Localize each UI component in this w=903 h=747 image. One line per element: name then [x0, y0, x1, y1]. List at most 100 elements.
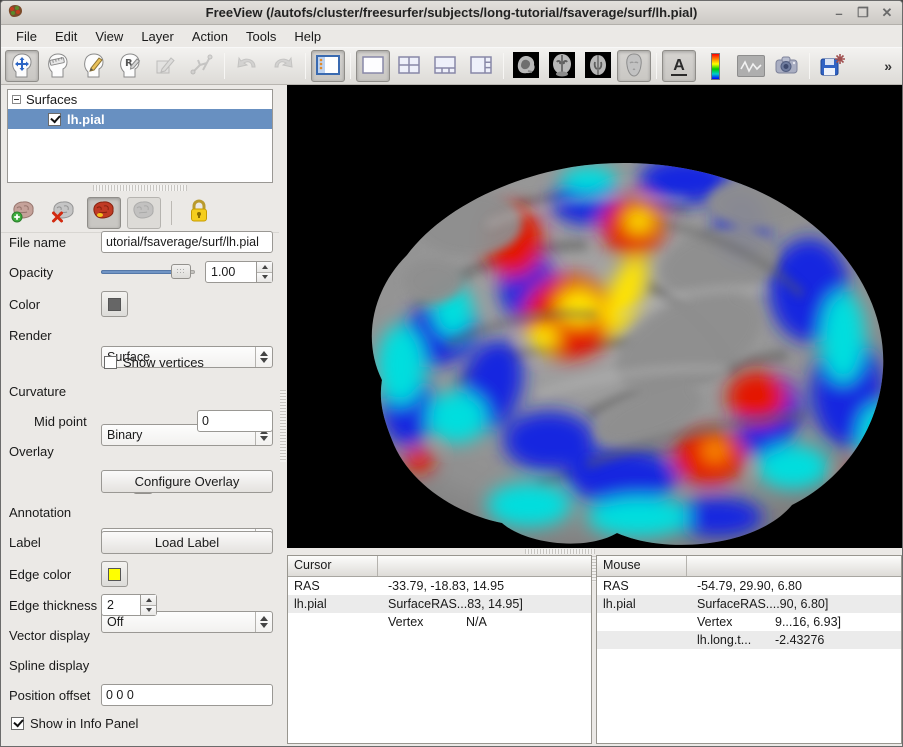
layer-tree[interactable]: Surfaces lh.pial: [7, 89, 273, 183]
tree-collapse-icon[interactable]: [12, 95, 21, 104]
info-row-vertex: Vertex 9...16, 6.93]: [597, 613, 901, 631]
cursor-panel-header[interactable]: Cursor: [288, 556, 591, 577]
label-label: Label: [9, 535, 41, 550]
configure-overlay-button[interactable]: Configure Overlay: [101, 470, 273, 493]
menu-view[interactable]: View: [86, 27, 132, 46]
minimize-button[interactable]: –: [832, 6, 846, 21]
title-bar[interactable]: FreeView (/autofs/cluster/freesurfer/sub…: [1, 1, 902, 25]
mid-point-value: 0: [202, 414, 209, 428]
edge-thickness-spinbox[interactable]: 2: [101, 594, 157, 616]
opacity-spinbox[interactable]: 1.00: [205, 261, 273, 283]
layout-1x1-button[interactable]: [356, 50, 390, 82]
show-overlay-button[interactable]: [87, 197, 121, 229]
info-splitter-grip[interactable]: [525, 549, 595, 554]
load-label-text: Load Label: [155, 535, 219, 550]
row-key: Vertex: [697, 615, 775, 629]
menu-layer[interactable]: Layer: [132, 27, 183, 46]
combo-arrows-icon: [255, 347, 272, 367]
edge-color-label: Edge color: [9, 567, 71, 582]
menu-action[interactable]: Action: [183, 27, 237, 46]
show-vertices-row[interactable]: Show vertices: [104, 355, 204, 370]
edge-thickness-spin-up[interactable]: [141, 595, 156, 606]
panel-splitter[interactable]: [279, 85, 287, 746]
position-offset-input[interactable]: 0 0 0: [101, 684, 273, 706]
measure-head-icon: [45, 52, 71, 81]
load-label-button[interactable]: Load Label: [101, 531, 273, 554]
file-name-input[interactable]: utorial/fsaverage/surf/lh.pial: [101, 231, 273, 253]
edge-thickness-value: 2: [107, 598, 114, 612]
tree-splitter-handle[interactable]: [93, 185, 187, 191]
axial-view-icon: [585, 52, 611, 81]
toolbar-separator: [305, 53, 306, 79]
tree-root-surfaces[interactable]: Surfaces: [8, 90, 272, 109]
surface-toolbar: [1, 193, 279, 233]
color-button[interactable]: [101, 291, 128, 317]
timecourse-button[interactable]: [734, 50, 768, 82]
layout-2x2-icon: [398, 56, 420, 77]
path-edit-button[interactable]: [185, 50, 219, 82]
panel-splitter-grip[interactable]: [280, 390, 286, 462]
voxel-edit-button[interactable]: [77, 50, 111, 82]
pointset-edit-button[interactable]: [149, 50, 183, 82]
text-annotation-button[interactable]: A: [662, 50, 696, 82]
save-pointset-button[interactable]: [815, 50, 849, 82]
toolbar-overflow-button[interactable]: »: [878, 58, 898, 74]
vector-display-label: Vector display: [9, 628, 90, 643]
menu-help[interactable]: Help: [285, 27, 330, 46]
mouse-header-label: Mouse: [597, 556, 687, 576]
show-vertices-checkbox[interactable]: [104, 356, 117, 369]
toggle-panel-button[interactable]: [311, 50, 345, 82]
axial-view-button[interactable]: [581, 50, 615, 82]
opacity-spin-up[interactable]: [257, 262, 272, 273]
close-surface-button[interactable]: [47, 197, 81, 229]
row-value: SurfaceRAS....90, 6.80]: [697, 597, 901, 611]
maximize-button[interactable]: ❐: [856, 5, 870, 21]
load-surface-button[interactable]: [7, 197, 41, 229]
screenshot-button[interactable]: [770, 50, 804, 82]
sagittal-view-button[interactable]: [509, 50, 543, 82]
show-in-info-panel-row[interactable]: Show in Info Panel: [11, 716, 138, 731]
show-curvature-button[interactable]: [127, 197, 161, 229]
show-in-info-panel-label: Show in Info Panel: [30, 716, 138, 731]
file-name-label: File name: [9, 235, 66, 250]
mouse-panel-header[interactable]: Mouse: [597, 556, 901, 577]
layer-visibility-checkbox[interactable]: [48, 113, 61, 126]
view-3d-button[interactable]: [617, 50, 651, 82]
app-brain-icon: [7, 3, 23, 22]
colorbar-button[interactable]: [698, 50, 732, 82]
tree-root-label: Surfaces: [26, 92, 77, 107]
measure-button[interactable]: [41, 50, 75, 82]
layout-1and3-button[interactable]: [428, 50, 462, 82]
opacity-slider-handle[interactable]: [171, 264, 191, 279]
undo-button[interactable]: [230, 50, 264, 82]
edge-thickness-spin-down[interactable]: [141, 606, 156, 616]
layer-panel: Surfaces lh.pial: [1, 85, 279, 746]
edge-thickness-label: Edge thickness: [9, 598, 97, 613]
path-edit-icon: [189, 52, 215, 81]
redo-button[interactable]: [266, 50, 300, 82]
roi-edit-button[interactable]: R: [113, 50, 147, 82]
mouse-info-panel: Mouse RAS -54.79, 29.90, 6.80 lh.pial Su…: [596, 555, 902, 744]
menu-tools[interactable]: Tools: [237, 27, 285, 46]
edge-color-button[interactable]: [101, 561, 128, 587]
toggle-panel-icon: [316, 55, 340, 78]
mid-point-input[interactable]: 0: [197, 410, 273, 432]
head-3d-icon: [621, 52, 647, 81]
coronal-view-button[interactable]: [545, 50, 579, 82]
close-button[interactable]: ✕: [880, 5, 894, 21]
tree-item-lh-pial[interactable]: lh.pial: [8, 109, 272, 129]
info-splitter[interactable]: [287, 548, 902, 555]
layout-1and3h-button[interactable]: [464, 50, 498, 82]
menu-bar: File Edit View Layer Action Tools Help: [1, 25, 902, 47]
layout-2x2-button[interactable]: [392, 50, 426, 82]
opacity-spin-down[interactable]: [257, 273, 272, 283]
navigate-button[interactable]: [5, 50, 39, 82]
menu-file[interactable]: File: [7, 27, 46, 46]
opacity-slider[interactable]: [101, 261, 195, 283]
show-in-info-panel-checkbox[interactable]: [11, 717, 24, 730]
menu-edit[interactable]: Edit: [46, 27, 86, 46]
row-value: N/A: [466, 615, 591, 629]
render-viewport[interactable]: [287, 85, 903, 548]
lock-layer-button[interactable]: [182, 197, 216, 229]
save-pointset-icon: [818, 52, 846, 81]
